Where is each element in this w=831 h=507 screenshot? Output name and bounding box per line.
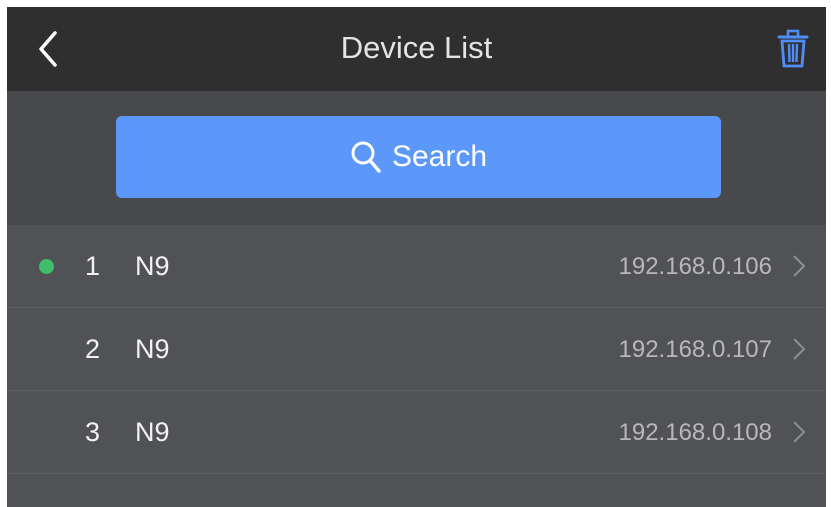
device-list: 1 N9 192.168.0.106 2 N9 192.168.0.107 3 …	[7, 225, 826, 474]
device-index: 1	[85, 251, 101, 281]
search-button[interactable]: Search	[116, 116, 721, 198]
chevron-right-icon	[793, 421, 806, 443]
device-ip: 192.168.0.107	[618, 336, 772, 363]
device-name: N9	[135, 334, 170, 364]
device-ip: 192.168.0.106	[618, 253, 772, 280]
search-button-label: Search	[391, 140, 488, 173]
device-index: 3	[85, 417, 101, 447]
chevron-right-icon	[793, 255, 806, 277]
device-ip: 192.168.0.108	[618, 419, 772, 446]
device-name: N9	[135, 251, 170, 281]
search-icon	[351, 141, 381, 173]
device-name: N9	[135, 417, 170, 447]
connected-status-dot	[39, 259, 54, 274]
device-index: 2	[85, 334, 101, 364]
page-title: Device List	[340, 30, 493, 65]
device-row[interactable]: 2 N9 192.168.0.107	[7, 308, 826, 391]
trash-icon	[777, 29, 809, 68]
device-list-screen: Device List Search 1 N9 192.168.0.106 2 …	[7, 7, 826, 507]
delete-button[interactable]	[776, 29, 810, 69]
chevron-right-icon	[793, 338, 806, 360]
header-bar: Device List	[7, 7, 826, 91]
search-area: Search	[7, 91, 826, 225]
device-row[interactable]: 3 N9 192.168.0.108	[7, 391, 826, 474]
device-row[interactable]: 1 N9 192.168.0.106	[7, 225, 826, 308]
